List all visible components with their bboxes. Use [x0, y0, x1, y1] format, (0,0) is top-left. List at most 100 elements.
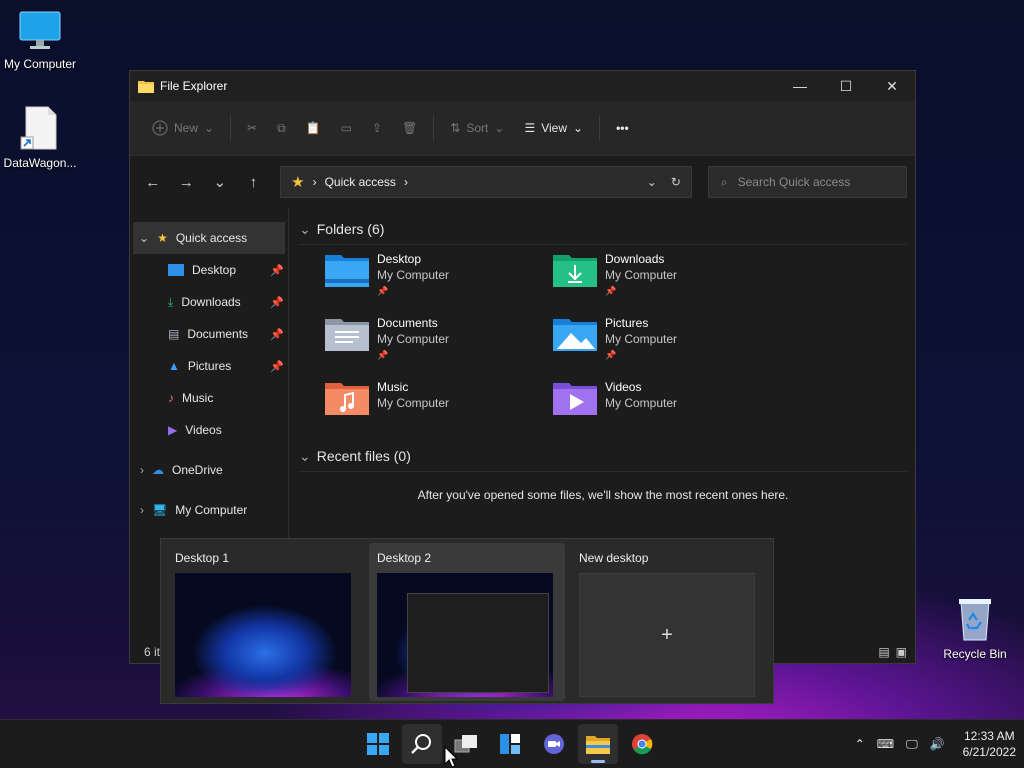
folder-tile-pictures[interactable]: Pictures My Computer 📌: [553, 315, 781, 365]
trash-icon: 🗑: [402, 121, 418, 135]
chat-icon: [544, 734, 564, 754]
more-icon: •••: [616, 121, 629, 135]
teams-chat-button[interactable]: [534, 724, 574, 764]
clock[interactable]: 12:33 AM 6/21/2022: [963, 728, 1016, 760]
folder-tile-music[interactable]: Music My Computer: [325, 379, 553, 429]
details-view-button[interactable]: ▤: [878, 645, 889, 659]
window-thumbnail: [407, 593, 549, 693]
minimize-button[interactable]: —: [777, 71, 823, 101]
pin-icon: 📌: [605, 350, 617, 360]
address-location: Quick access: [324, 175, 396, 189]
new-button[interactable]: New ⌄: [142, 112, 224, 144]
maximize-button[interactable]: ☐: [823, 71, 869, 101]
scissors-icon: ✂: [247, 121, 258, 135]
chevron-down-icon: ⌄: [494, 121, 505, 135]
videos-folder-icon: [553, 383, 597, 415]
desktop-card-1[interactable]: Desktop 1: [167, 543, 363, 701]
search-button[interactable]: [402, 724, 442, 764]
view-button[interactable]: ☰ View ⌄: [514, 112, 593, 144]
desktop-card-label: Desktop 2: [377, 551, 432, 565]
tiles-view-button[interactable]: ▣: [896, 645, 907, 659]
copy-button[interactable]: ⧉: [267, 112, 296, 144]
search-box[interactable]: ⌕ Search Quick access: [707, 166, 907, 198]
taskbar-apps: [358, 720, 662, 768]
chevron-down-icon: ⌄: [299, 220, 311, 237]
chevron-right-icon: ›: [403, 175, 408, 189]
sidebar-item-label: Documents: [187, 327, 249, 341]
refresh-button[interactable]: ↻: [671, 175, 681, 189]
folder-tile-desktop[interactable]: Desktop My Computer 📌: [325, 251, 553, 301]
share-button[interactable]: ⇪: [362, 112, 392, 144]
folder-tile-videos[interactable]: Videos My Computer: [553, 379, 781, 429]
recent-group-header[interactable]: ⌄ Recent files (0): [299, 441, 907, 472]
sidebar-item-desktop[interactable]: Desktop 📌: [130, 254, 288, 286]
pin-icon: 📌: [270, 296, 284, 309]
clipboard-icon: 📋: [305, 121, 321, 135]
more-button[interactable]: •••: [606, 112, 639, 144]
folder-tile-downloads[interactable]: Downloads My Computer 📌: [553, 251, 781, 301]
desktop-icon-label: My Computer: [3, 57, 77, 71]
folder-name: Music: [377, 380, 409, 394]
sidebar-item-label: Downloads: [181, 295, 241, 309]
desktop-card-label: Desktop 1: [175, 551, 230, 565]
folder-icon: [586, 736, 610, 754]
close-button[interactable]: ✕: [869, 71, 915, 101]
folder-location: My Computer: [377, 396, 450, 410]
sidebar-item-quick-access[interactable]: ⌄ ★ Quick access: [133, 222, 285, 254]
desktop-icon-label: Recycle Bin: [943, 647, 1007, 661]
rename-button[interactable]: ▭: [331, 112, 362, 144]
new-label: New: [174, 121, 199, 135]
sidebar-item-pictures[interactable]: ▲ Pictures 📌: [130, 350, 288, 382]
cut-button[interactable]: ✂: [237, 112, 267, 144]
sidebar-item-documents[interactable]: ▤ Documents 📌: [130, 318, 288, 350]
widgets-button[interactable]: [490, 724, 530, 764]
paste-button[interactable]: 📋: [296, 112, 331, 144]
sidebar-item-music[interactable]: ♪ Music: [130, 382, 288, 414]
folder-tile-documents[interactable]: Documents My Computer 📌: [325, 315, 553, 365]
file-explorer-taskbar-button[interactable]: [578, 724, 618, 764]
pictures-folder-icon: [553, 319, 597, 351]
network-icon[interactable]: 🖵: [906, 737, 918, 752]
sidebar-item-downloads[interactable]: ⤓ Downloads 📌: [130, 286, 288, 318]
show-hidden-icons-button[interactable]: ⌃: [855, 737, 865, 751]
taskbar: ⌃ ⌨ 🖵 🔊 12:33 AM 6/21/2022: [0, 719, 1024, 768]
running-indicator: [591, 760, 605, 763]
divider: [433, 115, 435, 141]
new-desktop-card[interactable]: New desktop +: [571, 543, 767, 701]
sort-button[interactable]: ⇅ Sort ⌄: [440, 112, 514, 144]
address-dropdown-button[interactable]: ⌄: [647, 175, 657, 189]
arrow-left-icon: ←: [145, 173, 161, 191]
desktop-card-2[interactable]: Desktop 2: [369, 543, 565, 701]
sidebar-item-onedrive[interactable]: › ☁ OneDrive: [130, 454, 288, 486]
pin-icon: 📌: [270, 360, 284, 373]
plus-circle-icon: [152, 120, 168, 136]
recent-locations-button[interactable]: ⌄: [205, 167, 235, 197]
music-icon: ♪: [168, 391, 174, 405]
desktop-icon-recycle-bin[interactable]: Recycle Bin: [935, 596, 1015, 661]
system-tray: ⌃ ⌨ 🖵 🔊 12:33 AM 6/21/2022: [855, 720, 1016, 768]
pin-icon: 📌: [377, 286, 389, 296]
desktop-thumbnail: [377, 573, 553, 697]
star-icon: ★: [157, 231, 168, 245]
start-button[interactable]: [358, 724, 398, 764]
back-button[interactable]: ←: [138, 167, 168, 197]
folder-name: Documents: [377, 316, 438, 330]
sidebar-item-my-computer[interactable]: › 🖥 My Computer: [130, 494, 288, 526]
chrome-button[interactable]: [622, 724, 662, 764]
delete-button[interactable]: 🗑: [392, 112, 427, 144]
arrow-right-icon: →: [178, 173, 194, 191]
forward-button[interactable]: →: [172, 167, 202, 197]
chevron-down-icon: ⌄: [139, 231, 150, 245]
folders-group-header[interactable]: ⌄ Folders (6): [299, 214, 907, 245]
keyboard-icon[interactable]: ⌨: [877, 737, 894, 751]
title-bar[interactable]: File Explorer — ☐ ✕: [130, 71, 915, 101]
desktop-icon-datawagon[interactable]: DataWagon...: [0, 105, 80, 170]
sidebar-item-videos[interactable]: ▶ Videos: [130, 414, 288, 446]
up-button[interactable]: ↑: [239, 167, 269, 197]
new-desktop-button[interactable]: +: [579, 573, 755, 697]
address-bar[interactable]: ★ › Quick access › ⌄ ↻: [280, 166, 692, 198]
desktop-icon-my-computer[interactable]: My Computer: [0, 10, 80, 71]
chevron-down-icon: ⌄: [299, 447, 311, 464]
volume-icon[interactable]: 🔊: [930, 737, 945, 751]
download-icon: ⤓: [168, 294, 174, 309]
